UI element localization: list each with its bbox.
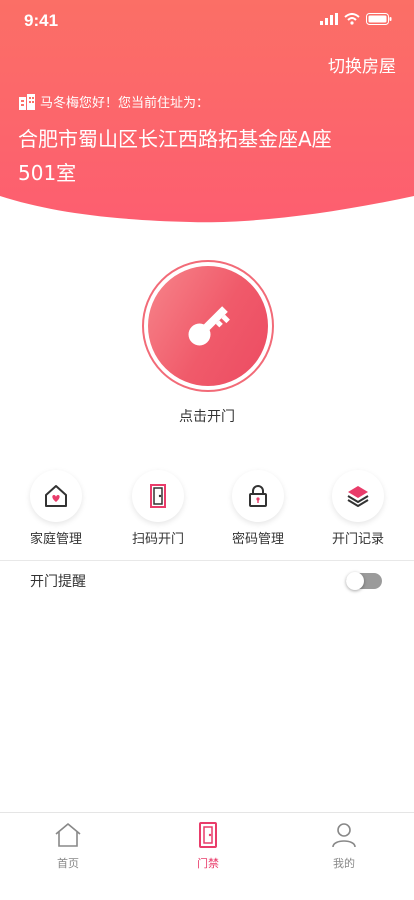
switch-house-button[interactable]: 切换房屋: [328, 52, 396, 77]
door-icon: [150, 484, 166, 508]
tab-label: 我的: [333, 857, 355, 870]
tab-mine[interactable]: 我的: [304, 821, 384, 871]
unlock-button-face[interactable]: [148, 266, 268, 386]
divider: [0, 560, 414, 561]
tab-label: 门禁: [197, 857, 219, 870]
unlock-button[interactable]: [142, 260, 274, 392]
door-icon: [199, 822, 217, 848]
menu-icon-wrap: [232, 470, 284, 522]
home-icon: [55, 823, 81, 847]
unlock-label: 点击开门: [179, 409, 235, 425]
open-reminder-toggle[interactable]: [346, 572, 382, 590]
tab-access-control[interactable]: 门禁: [168, 821, 248, 871]
toggle-knob: [346, 572, 364, 590]
lock-icon: [249, 485, 267, 507]
wifi-icon: [344, 13, 360, 25]
menu-label: 家庭管理: [29, 532, 82, 547]
menu-label: 密码管理: [231, 532, 284, 547]
header: 9:41 切换房屋 马冬梅您好！您当前住址为： 合肥市蜀山区长江西路拓基金座A座…: [0, 0, 414, 230]
status-time: 9:41: [24, 11, 59, 30]
menu-item-password-management[interactable]: 密码管理: [213, 470, 303, 547]
menu-item-scan-open[interactable]: 扫码开门: [113, 470, 203, 547]
tab-home[interactable]: 首页: [28, 821, 108, 871]
layers-icon: [347, 486, 369, 507]
menu-label: 扫码开门: [131, 532, 184, 547]
signal-icon: [320, 13, 338, 25]
current-address: 合肥市蜀山区长江西路拓基金座A座501室: [18, 127, 332, 185]
building-icon: [19, 93, 35, 110]
tab-bar: 首页 门禁 我的: [0, 812, 414, 900]
menu-icon-wrap: [30, 470, 82, 522]
menu-item-open-records[interactable]: 开门记录: [313, 470, 403, 547]
tab-label: 首页: [57, 857, 79, 870]
menu-icon-wrap: [332, 470, 384, 522]
greeting: 马冬梅您好！您当前住址为：: [18, 92, 209, 111]
user-icon: [332, 823, 356, 848]
menu-icon-wrap: [132, 470, 184, 522]
greeting-text: 马冬梅您好！您当前住址为：: [40, 96, 210, 111]
status-icons: [320, 13, 392, 25]
menu-item-family-management[interactable]: 家庭管理: [11, 470, 101, 547]
menu-label: 开门记录: [331, 532, 384, 547]
feature-menu: 家庭管理 扫码开门 密码管理 开门记录: [0, 470, 414, 550]
key-icon: [188, 306, 230, 346]
battery-icon: [366, 13, 392, 25]
status-bar: 9:41: [0, 0, 414, 44]
open-reminder-label: 开门提醒: [30, 574, 86, 590]
home-heart-icon: [45, 485, 67, 507]
